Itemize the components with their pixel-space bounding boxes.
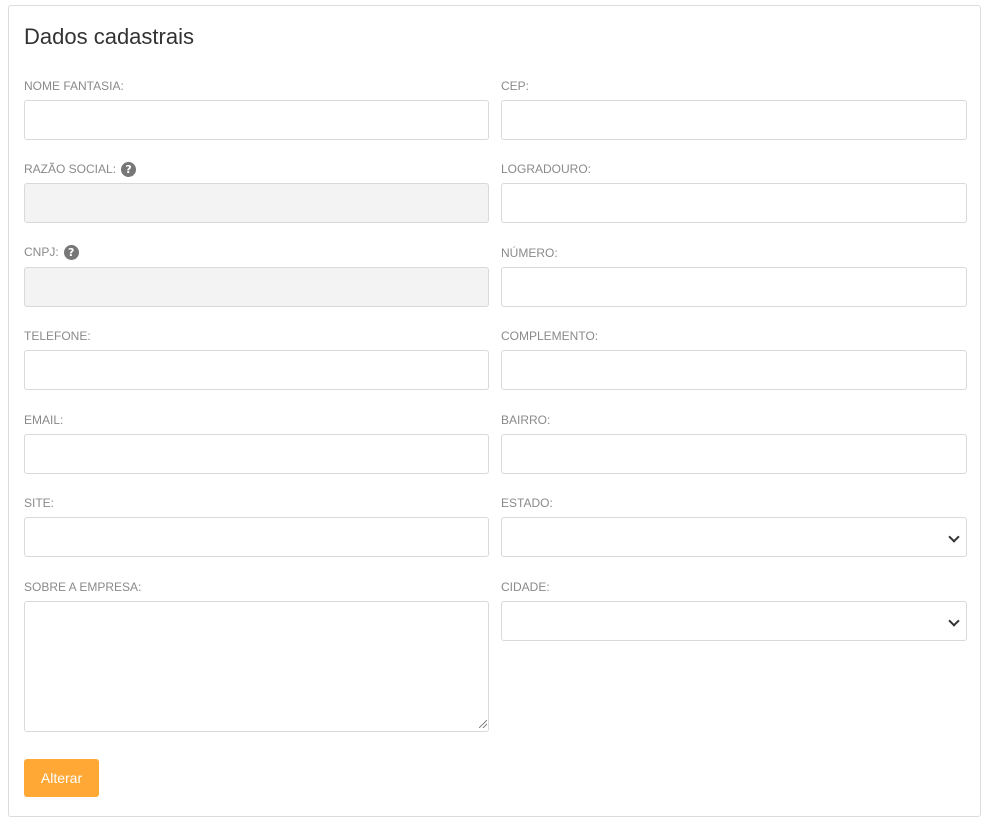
estado-label-text: ESTADO: xyxy=(501,496,553,510)
telefone-label-text: TELEFONE: xyxy=(24,329,91,343)
cep-label-text: CEP: xyxy=(501,79,530,93)
razao-social-label-text: RAZÃO SOCIAL: xyxy=(24,162,117,176)
question-circle-icon[interactable]: ? xyxy=(121,161,137,177)
complemento-input[interactable] xyxy=(501,350,967,390)
email-input[interactable] xyxy=(24,434,489,474)
bairro-label: BAIRRO: xyxy=(501,412,550,428)
alterar-button[interactable]: Alterar xyxy=(24,759,99,797)
site-label: SITE: xyxy=(24,495,54,511)
email-label-text: EMAIL: xyxy=(24,413,64,427)
cidade-select[interactable] xyxy=(501,601,967,641)
razao-social-input xyxy=(24,183,489,223)
cnpj-label-text: CNPJ: xyxy=(24,245,59,259)
razao-social-label: RAZÃO SOCIAL: ? xyxy=(24,161,137,177)
email-label: EMAIL: xyxy=(24,412,63,428)
logradouro-label: LOGRADOURO: xyxy=(501,161,591,177)
cidade-label-text: CIDADE: xyxy=(501,580,550,594)
telefone-input[interactable] xyxy=(24,350,489,390)
numero-label-text: NÚMERO: xyxy=(501,246,558,260)
estado-label: ESTADO: xyxy=(501,495,553,511)
estado-select[interactable] xyxy=(501,517,967,557)
nome-fantasia-label: NOME FANTASIA: xyxy=(24,78,124,94)
cnpj-label: CNPJ: ? xyxy=(24,244,79,260)
chevron-down-icon xyxy=(948,615,960,627)
site-input[interactable] xyxy=(24,517,489,557)
bairro-input[interactable] xyxy=(501,434,967,474)
numero-label: NÚMERO: xyxy=(501,245,558,261)
cnpj-input xyxy=(24,267,489,307)
bairro-label-text: BAIRRO: xyxy=(501,413,551,427)
cidade-label: CIDADE: xyxy=(501,579,550,595)
numero-input[interactable] xyxy=(501,267,967,307)
chevron-down-icon xyxy=(948,531,960,543)
cep-input[interactable] xyxy=(501,100,967,140)
telefone-label: TELEFONE: xyxy=(24,328,91,344)
sobre-empresa-label-text: SOBRE A EMPRESA: xyxy=(24,580,142,594)
complemento-label: COMPLEMENTO: xyxy=(501,328,598,344)
cep-label: CEP: xyxy=(501,78,529,94)
resize-handle-icon[interactable] xyxy=(479,720,487,728)
site-label-text: SITE: xyxy=(24,496,55,510)
page-title: Dados cadastrais xyxy=(24,24,194,49)
question-circle-icon[interactable]: ? xyxy=(63,244,79,260)
logradouro-label-text: LOGRADOURO: xyxy=(501,162,592,176)
logradouro-input[interactable] xyxy=(501,183,967,223)
complemento-label-text: COMPLEMENTO: xyxy=(501,329,599,343)
nome-fantasia-label-text: NOME FANTASIA: xyxy=(24,79,124,93)
sobre-empresa-label: SOBRE A EMPRESA: xyxy=(24,579,141,595)
sobre-empresa-textarea[interactable] xyxy=(24,601,489,732)
nome-fantasia-input[interactable] xyxy=(24,100,489,140)
